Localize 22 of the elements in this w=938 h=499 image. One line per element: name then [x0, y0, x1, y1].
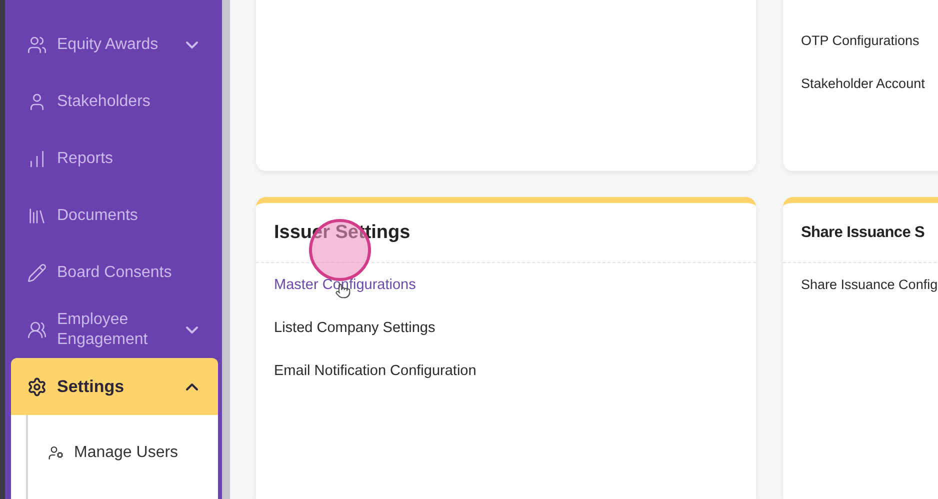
library-icon	[27, 206, 47, 226]
users-icon	[27, 34, 47, 54]
sidebar-item[interactable]: Board Consents	[11, 244, 218, 301]
settings-link[interactable]: Email Notification Configuration	[274, 349, 476, 392]
settings-link[interactable]: OTP Configurations	[801, 19, 920, 62]
card-title: Share Issuance S	[801, 224, 925, 242]
sidebar-item[interactable]: Equity Awards	[11, 16, 218, 73]
settings-link[interactable]: Stakeholder Account	[801, 62, 925, 105]
scrollbar[interactable]	[222, 0, 230, 499]
user-gear-icon	[48, 445, 64, 461]
settings-icon	[27, 376, 47, 396]
settings-link[interactable]: Listed Company Settings	[274, 306, 436, 349]
sidebar-item[interactable]: Reports	[11, 130, 218, 187]
submenu-item[interactable]: Manage Users	[28, 437, 218, 469]
sidebar-item[interactable]: Stakeholders	[11, 73, 218, 130]
people-icon	[27, 320, 47, 340]
settings-link[interactable]: Master Configurations	[274, 263, 416, 306]
sidebar-item[interactable]: Settings	[11, 358, 218, 415]
sidebar-item[interactable]: Employee Engagement	[11, 301, 218, 358]
sidebar-item[interactable]: Documents	[11, 187, 218, 244]
settings-link[interactable]: Share Issuance Config	[801, 263, 938, 306]
pencil-icon	[27, 262, 47, 282]
